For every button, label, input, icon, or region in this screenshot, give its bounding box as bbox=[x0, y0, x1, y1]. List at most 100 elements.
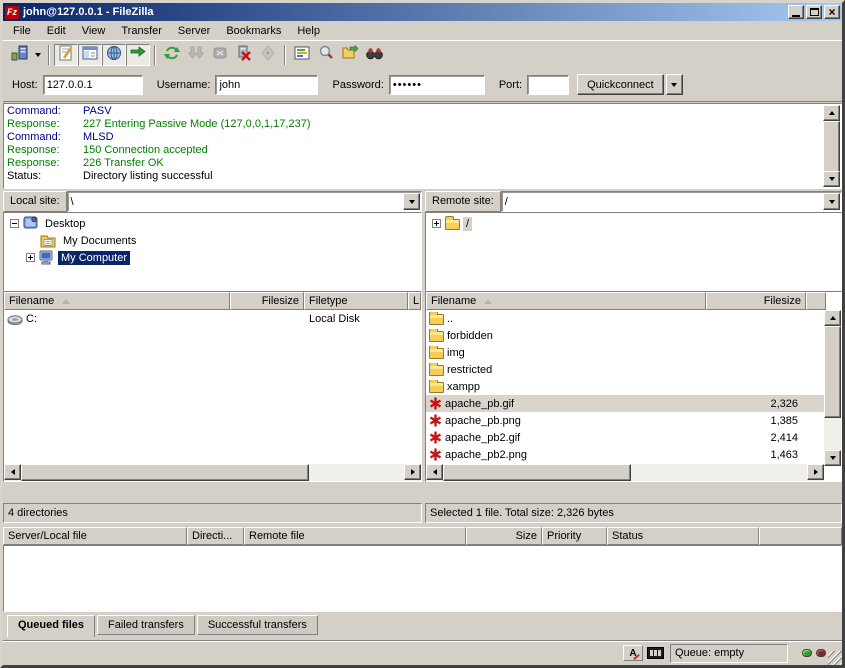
username-input[interactable]: john bbox=[215, 75, 318, 95]
remote-file-row[interactable]: restricted bbox=[426, 361, 824, 378]
port-input[interactable] bbox=[527, 75, 569, 95]
local-site-combo[interactable]: \ bbox=[67, 191, 422, 212]
title-bar[interactable]: Fz john@127.0.0.1 - FileZilla × bbox=[3, 3, 842, 21]
menu-bookmarks[interactable]: Bookmarks bbox=[218, 23, 289, 39]
local-site-value: \ bbox=[68, 196, 403, 208]
remote-vscrollbar-thumb[interactable] bbox=[824, 326, 841, 418]
remote-column-filesize[interactable]: Filesize bbox=[706, 292, 806, 310]
remote-vscrollbar[interactable] bbox=[824, 310, 841, 466]
remote-tree[interactable]: / bbox=[425, 212, 842, 291]
tab-successful-transfers[interactable]: Successful transfers bbox=[197, 615, 318, 635]
toggle-message-log-button[interactable] bbox=[54, 44, 78, 66]
data-type-icon[interactable]: A bbox=[623, 645, 643, 661]
close-button[interactable]: × bbox=[824, 5, 840, 19]
toggle-local-tree-button[interactable] bbox=[78, 44, 102, 66]
scroll-down-icon[interactable] bbox=[823, 171, 840, 187]
minimize-button[interactable] bbox=[788, 5, 804, 19]
menu-transfer[interactable]: Transfer bbox=[113, 23, 170, 39]
remote-hscrollbar[interactable] bbox=[426, 464, 824, 481]
queue-column-size[interactable]: Size bbox=[466, 527, 542, 545]
remote-file-row[interactable]: xampp bbox=[426, 378, 824, 395]
menu-view[interactable]: View bbox=[74, 23, 114, 39]
scroll-left-icon[interactable] bbox=[4, 464, 21, 480]
toggle-remote-tree-button[interactable] bbox=[102, 44, 126, 66]
local-list-body[interactable]: C: Local Disk bbox=[4, 310, 421, 327]
queue-column-priority[interactable]: Priority bbox=[542, 527, 607, 545]
refresh-button[interactable] bbox=[160, 44, 184, 66]
log-scrollbar[interactable] bbox=[823, 105, 840, 187]
remote-file-row-selected[interactable]: apache_pb.gif 2,326 bbox=[426, 395, 824, 412]
remote-list-body[interactable]: .. forbidden img restricted xampp bbox=[426, 310, 824, 480]
remote-file-list[interactable]: Filename Filesize .. forbidden img bbox=[425, 291, 842, 482]
quickconnect-button[interactable]: Quickconnect bbox=[577, 74, 664, 95]
remote-file-row[interactable]: img bbox=[426, 344, 824, 361]
tree-item-my-documents[interactable]: My Documents bbox=[4, 232, 421, 249]
scroll-left-icon[interactable] bbox=[426, 464, 443, 480]
remote-site-dropdown[interactable] bbox=[823, 193, 840, 210]
local-column-filename[interactable]: Filename bbox=[4, 292, 230, 310]
local-tree[interactable]: Desktop My Documents My Computer bbox=[3, 212, 422, 291]
local-hscrollbar-thumb[interactable] bbox=[21, 464, 309, 481]
remote-file-row[interactable]: forbidden bbox=[426, 327, 824, 344]
cancel-button[interactable] bbox=[208, 44, 232, 66]
expand-icon[interactable] bbox=[26, 253, 35, 262]
indicator-badge-icon[interactable] bbox=[647, 647, 664, 659]
local-file-list[interactable]: Filename Filesize Filetype L C: Local Di… bbox=[3, 291, 422, 482]
local-file-row[interactable]: C: Local Disk bbox=[4, 310, 421, 327]
menu-file[interactable]: File bbox=[5, 23, 39, 39]
remote-site-combo[interactable]: / bbox=[501, 191, 842, 212]
quickconnect-dropdown[interactable] bbox=[666, 74, 683, 95]
find-files-button[interactable] bbox=[362, 44, 386, 66]
log-scrollbar-thumb[interactable] bbox=[823, 121, 840, 173]
menu-help[interactable]: Help bbox=[289, 23, 328, 39]
scroll-up-icon[interactable] bbox=[824, 310, 841, 326]
local-hscrollbar[interactable] bbox=[4, 464, 421, 481]
local-column-filetype[interactable]: Filetype bbox=[304, 292, 408, 310]
synchronized-browsing-button[interactable] bbox=[338, 44, 362, 66]
queue-body[interactable] bbox=[3, 545, 842, 612]
filter-button[interactable] bbox=[290, 44, 314, 66]
site-manager-button[interactable] bbox=[7, 44, 31, 66]
local-column-filesize[interactable]: Filesize bbox=[230, 292, 304, 310]
remote-column-filename[interactable]: Filename bbox=[426, 292, 706, 310]
message-log[interactable]: Command:PASV Response:227 Entering Passi… bbox=[3, 103, 842, 189]
remote-file-row[interactable]: apache_pb.png 1,385 bbox=[426, 412, 824, 429]
queue-column-server-local-file[interactable]: Server/Local file bbox=[3, 527, 187, 545]
collapse-icon[interactable] bbox=[10, 219, 19, 228]
menu-edit[interactable]: Edit bbox=[39, 23, 74, 39]
remote-file-row[interactable]: apache_pb2.gif 2,414 bbox=[426, 429, 824, 446]
toolbar-separator bbox=[48, 45, 50, 65]
remote-file-row[interactable]: .. bbox=[426, 310, 824, 327]
expand-icon[interactable] bbox=[432, 219, 441, 228]
remote-site-bar: Remote site: / bbox=[425, 191, 842, 212]
local-site-dropdown[interactable] bbox=[403, 193, 420, 210]
remote-file-row[interactable]: apache_pb2.png 1,463 bbox=[426, 446, 824, 463]
scroll-down-icon[interactable] bbox=[824, 450, 841, 466]
menu-server[interactable]: Server bbox=[170, 23, 218, 39]
host-input[interactable]: 127.0.0.1 bbox=[43, 75, 143, 95]
resize-grip[interactable] bbox=[828, 651, 842, 665]
queue-column-direction[interactable]: Directi... bbox=[187, 527, 244, 545]
tree-item-desktop[interactable]: Desktop bbox=[4, 215, 421, 232]
toggle-queue-button[interactable] bbox=[126, 44, 150, 66]
documents-folder-icon bbox=[40, 234, 57, 248]
scroll-right-icon[interactable] bbox=[807, 464, 824, 480]
disconnect-button[interactable] bbox=[232, 44, 256, 66]
tab-queued-files[interactable]: Queued files bbox=[7, 615, 95, 637]
local-column-lastmodified[interactable]: L bbox=[408, 292, 421, 310]
remote-hscrollbar-thumb[interactable] bbox=[443, 464, 631, 481]
reconnect-button[interactable] bbox=[256, 44, 280, 66]
tab-failed-transfers[interactable]: Failed transfers bbox=[97, 615, 195, 635]
queue-column-status[interactable]: Status bbox=[607, 527, 759, 545]
maximize-button[interactable] bbox=[806, 5, 822, 19]
site-manager-dropdown[interactable] bbox=[31, 44, 44, 66]
directory-comparison-button[interactable] bbox=[314, 44, 338, 66]
tree-item-my-computer[interactable]: My Computer bbox=[4, 249, 421, 266]
process-queue-button[interactable] bbox=[184, 44, 208, 66]
scroll-up-icon[interactable] bbox=[823, 105, 840, 121]
tree-item-root[interactable]: / bbox=[426, 215, 841, 232]
queue-column-remote-file[interactable]: Remote file bbox=[244, 527, 466, 545]
scroll-right-icon[interactable] bbox=[404, 464, 421, 480]
toggle-message-log-icon bbox=[58, 45, 74, 64]
password-input[interactable]: •••••• bbox=[389, 75, 485, 95]
